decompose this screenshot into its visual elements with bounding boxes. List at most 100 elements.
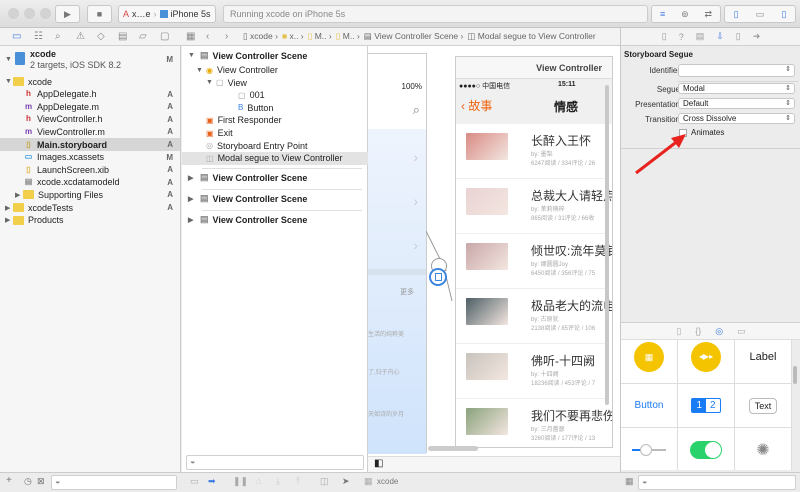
back-button[interactable]: ‹ 故事 bbox=[461, 97, 492, 114]
disclosure-triangle-icon[interactable]: ▼ bbox=[196, 67, 204, 74]
breadcrumb-file[interactable]: ▯ M.. › bbox=[308, 31, 332, 42]
collection-view-object[interactable]: ▦ bbox=[621, 340, 678, 384]
file-row[interactable]: h ViewController.h A bbox=[0, 113, 180, 126]
file-template-library-icon[interactable]: ▯ bbox=[676, 326, 681, 337]
segmented-control-object[interactable]: 12 bbox=[678, 384, 735, 428]
disclosure-triangle-icon[interactable]: ▶ bbox=[188, 174, 196, 182]
standard-editor-icon[interactable]: ≡ bbox=[660, 9, 665, 19]
toggle-outline-icon[interactable]: ◧ bbox=[374, 458, 383, 469]
file-row[interactable]: ▶ Supporting Files A bbox=[0, 188, 180, 201]
disclosure-triangle-icon[interactable]: ▶ bbox=[188, 195, 196, 203]
file-row[interactable]: m AppDelegate.m A bbox=[0, 100, 180, 113]
scene-row[interactable]: ▶ ▤ View Controller Scene bbox=[182, 213, 368, 226]
file-inspector-icon[interactable]: ▯ bbox=[662, 31, 667, 42]
outline-item[interactable]: ▢ 001 bbox=[182, 89, 368, 102]
stop-button[interactable]: ■ bbox=[87, 5, 112, 23]
story-row[interactable]: 我们不要再悲伤 by: 三月蔷瑟 3260阅读 / 177评论 / 13 bbox=[456, 400, 612, 447]
identifier-field[interactable] bbox=[678, 64, 795, 77]
connections-inspector-icon[interactable]: ➜ bbox=[753, 31, 761, 42]
back-icon[interactable]: ‹ bbox=[206, 31, 209, 42]
disclosure-triangle-icon[interactable]: ▶ bbox=[5, 216, 13, 224]
file-row[interactable]: ▶ xcodeTests A bbox=[0, 201, 180, 214]
outline-item[interactable]: ◎ Storyboard Entry Point bbox=[182, 139, 368, 152]
outline-item[interactable]: ▼ ▢ View bbox=[182, 76, 368, 89]
add-icon[interactable]: + bbox=[6, 475, 12, 486]
step-over-icon[interactable]: ⌂ bbox=[256, 476, 261, 486]
story-row[interactable]: 倾世叹:流年莫钅 by: 娜圆圆Joy 6450阅读 / 356评论 / 75 bbox=[456, 235, 612, 289]
quick-help-icon[interactable]: ? bbox=[679, 32, 684, 42]
activity-indicator-object[interactable]: ✺ bbox=[735, 428, 792, 470]
symbol-navigator-icon[interactable]: ☷ bbox=[34, 31, 43, 42]
view-controller-scene[interactable]: View Controller ●●●●○ 中国电信 15:11 ‹ 故事 情感… bbox=[455, 56, 613, 448]
outline-item[interactable]: ▣ First Responder bbox=[182, 114, 368, 127]
pause-icon[interactable]: ❚❚ bbox=[233, 476, 248, 487]
disclosure-triangle-icon[interactable]: ▶ bbox=[5, 204, 13, 212]
disclosure-triangle-icon[interactable]: ▶ bbox=[15, 191, 23, 199]
left-scene[interactable]: 100% ⌕ › › › 更多 生活的纯粹美 了,归于内心 天如诗的岁月 bbox=[368, 53, 427, 454]
outline-item[interactable]: ▣ Exit bbox=[182, 127, 368, 140]
label-object[interactable]: Label bbox=[735, 340, 792, 384]
media-player-object[interactable]: ◂▶▸ bbox=[678, 340, 735, 384]
toggle-debug-icon[interactable]: ▭ bbox=[756, 9, 765, 20]
switch-object[interactable] bbox=[678, 428, 735, 470]
toggle-navigator-icon[interactable]: ▯ bbox=[734, 9, 739, 20]
scm-filter-icon[interactable]: ⊠ bbox=[37, 476, 45, 487]
breadcrumb-scene[interactable]: ▤ View Controller Scene › bbox=[364, 31, 464, 42]
horizontal-scrollbar[interactable] bbox=[428, 446, 478, 451]
library-grid-icon[interactable]: ▦ bbox=[625, 476, 634, 487]
navigator-filter-input[interactable]: ◒ bbox=[51, 475, 177, 490]
breakpoints-icon[interactable]: ➡ bbox=[208, 476, 216, 487]
scheme-selector[interactable]: A x…e › iPhone 5s bbox=[118, 5, 216, 23]
test-navigator-icon[interactable]: ◇ bbox=[97, 31, 105, 42]
scene-row[interactable]: ▶ ▤ View Controller Scene bbox=[182, 192, 368, 205]
scene-row[interactable]: ▼ ▤ View Controller Scene bbox=[182, 49, 368, 62]
debug-navigator-icon[interactable]: ▤ bbox=[118, 31, 127, 42]
slider-object[interactable] bbox=[621, 428, 678, 470]
outline-item[interactable]: B Button bbox=[182, 101, 368, 114]
disclosure-triangle-icon[interactable]: ▼ bbox=[188, 52, 196, 59]
project-navigator-icon[interactable]: ▭ bbox=[12, 31, 21, 42]
find-navigator-icon[interactable]: ⌕ bbox=[55, 31, 61, 42]
run-button[interactable]: ▶ bbox=[55, 5, 80, 23]
version-editor-icon[interactable]: ⇄ bbox=[705, 9, 713, 20]
story-row[interactable]: 总裁大人请轻点 by: 茉莉楠梓 865阅读 / 31评论 / 66收 bbox=[456, 180, 612, 234]
zoom-window-button[interactable] bbox=[40, 8, 51, 19]
library-filter-input[interactable]: ◒ bbox=[638, 475, 796, 490]
file-row[interactable]: ▯ LaunchScreen.xib A bbox=[0, 163, 180, 176]
code-snippet-library-icon[interactable]: {} bbox=[695, 326, 701, 336]
story-row[interactable]: 极品老大的流电 by: 古原犹 2138阅读 / 85评论 / 106 bbox=[456, 290, 612, 344]
file-row[interactable]: ▼ xcode bbox=[0, 75, 180, 88]
button-object[interactable]: Button bbox=[621, 384, 678, 428]
attributes-inspector-icon[interactable]: ⇩ bbox=[716, 31, 724, 42]
hide-debug-area-icon[interactable]: ▭ bbox=[190, 476, 199, 487]
outline-filter-input[interactable]: ◒ bbox=[186, 455, 364, 470]
breadcrumb-file-2[interactable]: ▯ M.. › bbox=[336, 31, 360, 42]
disclosure-triangle-icon[interactable]: ▼ bbox=[5, 56, 13, 63]
object-library-icon[interactable]: ◎ bbox=[715, 326, 723, 337]
size-inspector-icon[interactable]: ▯ bbox=[736, 31, 741, 42]
storyboard-canvas[interactable]: 100% ⌕ › › › 更多 生活的纯粹美 了,归于内心 天如诗的岁月 Vie… bbox=[368, 46, 620, 456]
breadcrumb-project[interactable]: ▯ xcode › bbox=[243, 31, 278, 42]
step-in-icon[interactable]: ⤓ bbox=[276, 476, 280, 487]
log-navigator-icon[interactable]: ▢ bbox=[160, 31, 169, 42]
presentation-popup[interactable]: Default bbox=[678, 98, 795, 109]
breadcrumb-segue[interactable]: ◫ Modal segue to View Controller bbox=[467, 31, 595, 42]
file-row[interactable]: ▭ Images.xcassets M bbox=[0, 151, 180, 164]
identity-inspector-icon[interactable]: ▤ bbox=[696, 31, 705, 42]
location-icon[interactable]: ➤ bbox=[342, 476, 350, 487]
breakpoint-navigator-icon[interactable]: ▱ bbox=[139, 31, 147, 42]
file-row[interactable]: ▶ Products bbox=[0, 214, 180, 227]
forward-icon[interactable]: › bbox=[225, 31, 228, 42]
segue-popup[interactable]: Modal bbox=[678, 83, 795, 94]
toggle-utilities-icon[interactable]: ▯ bbox=[781, 9, 786, 20]
minimize-window-button[interactable] bbox=[24, 8, 35, 19]
file-row[interactable]: ▤ xcode.xcdatamodeld A bbox=[0, 176, 180, 189]
scene-row[interactable]: ▶ ▤ View Controller Scene bbox=[182, 171, 368, 184]
step-out-icon[interactable]: ⤒ bbox=[296, 476, 300, 487]
file-row[interactable]: h AppDelegate.h A bbox=[0, 88, 180, 101]
transition-popup[interactable]: Cross Dissolve bbox=[678, 113, 795, 124]
selected-segue-icon[interactable] bbox=[429, 268, 447, 286]
file-row[interactable]: m ViewController.m A bbox=[0, 125, 180, 138]
vertical-scrollbar[interactable] bbox=[605, 85, 609, 405]
view-debugging-icon[interactable]: ◫ bbox=[320, 476, 329, 487]
